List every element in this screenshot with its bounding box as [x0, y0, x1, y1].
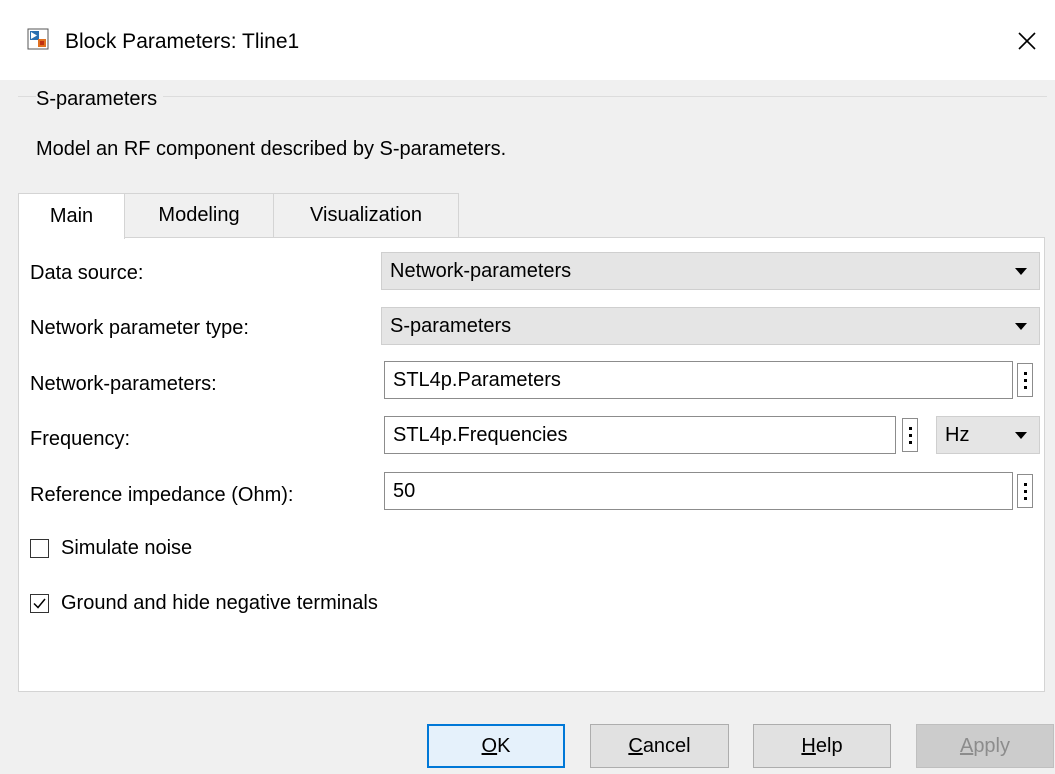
frequency-unit-dropdown[interactable]: Hz [936, 416, 1040, 454]
frequency-label: Frequency: [30, 428, 131, 450]
apply-label-rest: pply [973, 734, 1011, 757]
tab-label: Modeling [158, 204, 240, 226]
checkmark-icon [33, 598, 46, 609]
chevron-down-icon [1015, 268, 1027, 275]
simulate-noise-label: Simulate noise [61, 537, 193, 559]
network-parameter-type-label: Network parameter type: [30, 317, 249, 339]
data-source-dropdown[interactable]: Network-parameters [381, 252, 1040, 290]
ok-button[interactable]: OK [427, 724, 565, 768]
tab-modeling[interactable]: Modeling [124, 193, 274, 237]
data-source-label: Data source: [30, 262, 144, 284]
apply-mnemonic: A [959, 734, 974, 757]
network-parameters-input[interactable]: STL4p.Parameters [384, 361, 1013, 399]
data-source-value: Network-parameters [390, 259, 572, 282]
frequency-input[interactable]: STL4p.Frequencies [384, 416, 896, 454]
help-button[interactable]: Help [753, 724, 891, 768]
frequency-value: STL4p.Frequencies [393, 423, 568, 446]
tab-visualization[interactable]: Visualization [273, 193, 459, 237]
group-title: S-parameters [36, 87, 164, 111]
close-icon [1018, 32, 1036, 50]
title-bar: Block Parameters: Tline1 [0, 0, 1055, 80]
reference-impedance-label: Reference impedance (Ohm): [30, 484, 294, 506]
cancel-label-rest: ancel [642, 734, 691, 757]
main-tab-panel [18, 237, 1045, 692]
reference-impedance-input[interactable]: 50 [384, 472, 1013, 510]
simulink-block-icon [27, 28, 49, 50]
network-parameters-value: STL4p.Parameters [393, 368, 561, 391]
simulate-noise-checkbox[interactable] [30, 538, 49, 558]
simulate-noise-checkbox-row[interactable]: Simulate noise [30, 536, 192, 560]
group-description: Model an RF component described by S-par… [36, 138, 507, 160]
help-label-rest: elp [815, 734, 843, 757]
window-title: Block Parameters: Tline1 [65, 30, 300, 53]
ground-hide-checkbox[interactable] [30, 593, 49, 613]
chevron-down-icon [1015, 432, 1027, 439]
help-mnemonic: H [801, 734, 816, 757]
tab-label: Main [49, 205, 94, 227]
ground-hide-label: Ground and hide negative terminals [61, 592, 378, 614]
frequency-menu-button[interactable] [902, 418, 918, 452]
chevron-down-icon [1015, 323, 1027, 330]
ground-hide-checkbox-row[interactable]: Ground and hide negative terminals [30, 591, 378, 615]
frequency-unit-value: Hz [945, 423, 970, 446]
reference-impedance-value: 50 [393, 479, 416, 502]
network-parameter-type-dropdown[interactable]: S-parameters [381, 307, 1040, 345]
apply-button[interactable]: Apply [916, 724, 1054, 768]
network-parameters-menu-button[interactable] [1017, 363, 1033, 397]
cancel-button[interactable]: Cancel [590, 724, 729, 768]
tab-main[interactable]: Main [18, 193, 125, 239]
tab-label: Visualization [310, 204, 422, 226]
close-button[interactable] [1010, 24, 1044, 58]
ok-mnemonic: O [481, 734, 498, 757]
cancel-mnemonic: C [628, 734, 643, 757]
network-parameter-type-value: S-parameters [390, 314, 512, 337]
network-parameters-label: Network-parameters: [30, 373, 217, 395]
reference-impedance-menu-button[interactable] [1017, 474, 1033, 508]
ok-label-rest: K [497, 734, 511, 757]
